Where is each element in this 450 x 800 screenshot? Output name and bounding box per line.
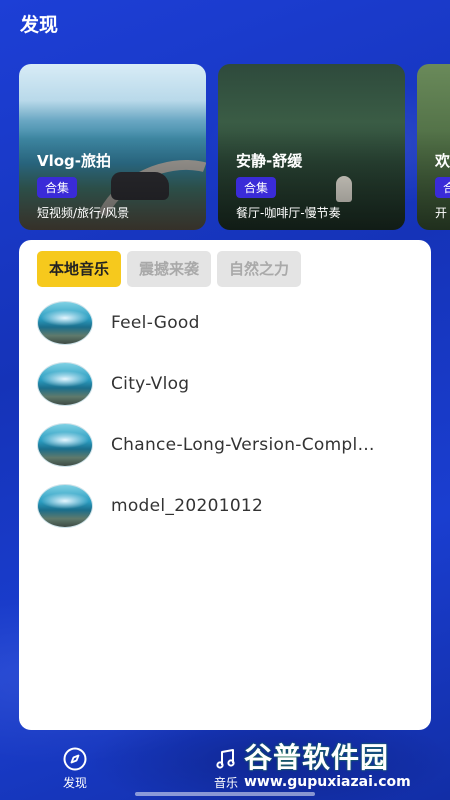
- card-subtitle: 餐厅-咖啡厅-慢节奏: [236, 206, 341, 220]
- compass-icon: [63, 747, 87, 771]
- song-thumbnail: [37, 422, 93, 467]
- card-subtitle: 短视频/旅行/风景: [37, 206, 130, 220]
- card-title: Vlog-旅拍: [37, 152, 112, 170]
- collection-badge: 合集: [37, 177, 78, 198]
- list-item[interactable]: Chance-Long-Version-Compl…: [37, 414, 415, 475]
- playlist-card-partial[interactable]: 欢 合 开: [417, 64, 450, 230]
- playlist-card-vlog[interactable]: Vlog-旅拍 合集 短视频/旅行/风景: [19, 64, 206, 230]
- page-title: 发现: [20, 14, 59, 36]
- music-note-icon: [216, 749, 235, 769]
- music-panel: 本地音乐 震撼来袭 自然之力 Feel-Good City-Vlog Chanc…: [19, 240, 431, 730]
- tab-epic[interactable]: 震撼来袭: [127, 251, 212, 287]
- song-thumbnail: [37, 300, 93, 345]
- song-title: model_20201012: [111, 495, 264, 516]
- home-indicator: [135, 792, 315, 796]
- song-thumbnail: [37, 361, 93, 406]
- collection-badge: 合集: [236, 177, 277, 198]
- list-item[interactable]: Feel-Good: [37, 292, 415, 353]
- watermark-title: 谷普软件园: [244, 741, 390, 774]
- list-item[interactable]: model_20201012: [37, 475, 415, 536]
- category-tabs: 本地音乐 震撼来袭 自然之力: [37, 251, 302, 287]
- list-item[interactable]: City-Vlog: [37, 353, 415, 414]
- card-subtitle: 开: [435, 206, 448, 220]
- card-title: 欢: [435, 152, 450, 170]
- tab-nature[interactable]: 自然之力: [217, 251, 302, 287]
- song-title: Feel-Good: [111, 312, 200, 333]
- watermark-logo: 谷普软件园 www.gupuxiazai.com: [244, 736, 450, 800]
- collection-badge: 合: [435, 177, 450, 198]
- nav-discover[interactable]: 发现: [45, 746, 105, 791]
- watermark-url: www.gupuxiazai.com: [244, 774, 411, 790]
- song-list: Feel-Good City-Vlog Chance-Long-Version-…: [37, 292, 415, 536]
- playlist-card-calm[interactable]: 安静-舒缓 合集 餐厅-咖啡厅-慢节奏: [218, 64, 405, 230]
- card-title: 安静-舒缓: [236, 152, 303, 170]
- tab-local-music[interactable]: 本地音乐: [37, 251, 122, 287]
- song-thumbnail: [37, 483, 93, 528]
- song-title: City-Vlog: [111, 373, 190, 394]
- playlist-carousel[interactable]: Vlog-旅拍 合集 短视频/旅行/风景 安静-舒缓 合集 餐厅-咖啡厅-慢节奏…: [0, 64, 450, 230]
- song-title: Chance-Long-Version-Compl…: [111, 434, 375, 455]
- nav-label: 发现: [62, 776, 87, 790]
